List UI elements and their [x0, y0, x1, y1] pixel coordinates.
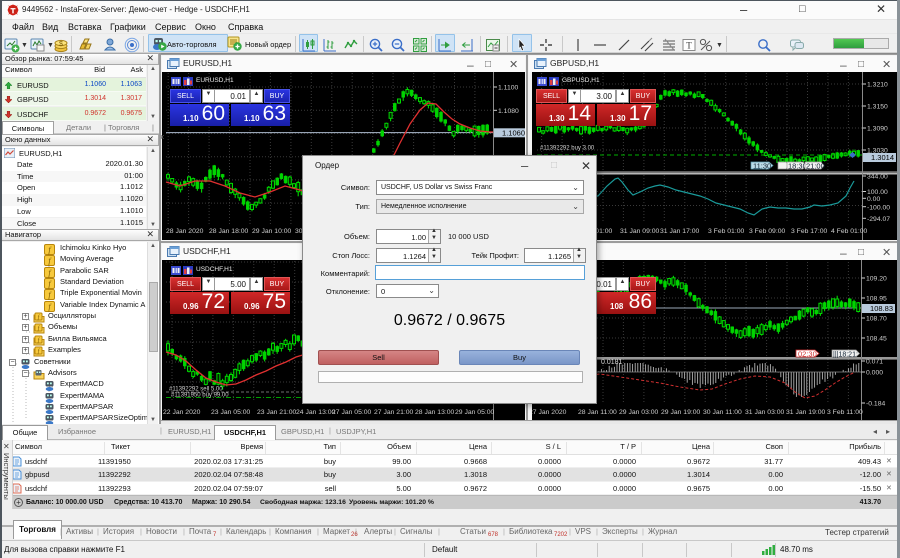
svg-text:24 Jan 13:00: 24 Jan 13:00 — [296, 409, 336, 416]
svg-text:29 Jan 10:00: 29 Jan 10:00 — [252, 228, 292, 235]
svg-text:30 Jan 11:00: 30 Jan 11:00 — [703, 409, 742, 416]
svg-text:108.95: 108.95 — [866, 296, 887, 303]
svg-text:|||18:21:: |||18:21: — [833, 352, 858, 359]
svg-text:28 Jan 11:00: 28 Jan 11:00 — [578, 409, 617, 416]
svg-text:28 Jan 18:00: 28 Jan 18:00 — [209, 228, 249, 235]
svg-text:31 Jan 17:00: 31 Jan 17:00 — [660, 228, 700, 235]
svg-text:-100.00: -100.00 — [867, 204, 890, 211]
svg-text:1.1080: 1.1080 — [498, 108, 519, 115]
svg-text:1.3014: 1.3014 — [871, 153, 894, 162]
svg-text:1.3090: 1.3090 — [867, 126, 888, 133]
svg-text:21:00: 21:00 — [806, 162, 825, 171]
svg-text:109.20: 109.20 — [866, 276, 887, 283]
svg-text:22 Jan 2020: 22 Jan 2020 — [163, 409, 201, 416]
svg-text:0.000: 0.000 — [866, 370, 883, 377]
svg-text:0.0181: 0.0181 — [601, 359, 623, 366]
svg-text:27 Jan 21:00: 27 Jan 21:00 — [374, 409, 414, 416]
svg-text:-294.07: -294.07 — [867, 216, 890, 223]
svg-text:$: $ — [59, 41, 63, 48]
svg-text:31 Jan 03:00: 31 Jan 03:00 — [745, 409, 785, 416]
svg-text:3 Feb 01:00: 3 Feb 01:00 — [708, 228, 744, 235]
svg-text:#11392292 buy 3.00: #11392292 buy 3.00 — [540, 146, 595, 152]
svg-text:344.00: 344.00 — [867, 174, 888, 181]
svg-text:3 Feb 11:00: 3 Feb 11:00 — [827, 409, 863, 416]
svg-text:27 Jan 2020: 27 Jan 2020 — [532, 409, 567, 416]
svg-text:28 Jan 13:00: 28 Jan 13:00 — [415, 409, 455, 416]
svg-text:29 Jan 05:00: 29 Jan 05:00 — [455, 409, 495, 416]
svg-text:11:30: 11:30 — [753, 162, 771, 171]
svg-text:108.70: 108.70 — [866, 316, 887, 323]
svg-text:3 Feb 17:00: 3 Feb 17:00 — [791, 228, 827, 235]
svg-text:28 Jan 2020: 28 Jan 2020 — [166, 228, 204, 235]
svg-text:29 Jan 19:00: 29 Jan 19:00 — [661, 409, 701, 416]
svg-text:T: T — [686, 41, 692, 51]
svg-text:31 Jan 19:00: 31 Jan 19:00 — [786, 409, 826, 416]
svg-text:1.3150: 1.3150 — [867, 104, 888, 111]
svg-text:4 Feb 01:00: 4 Feb 01:00 — [831, 228, 867, 235]
svg-text:108.83: 108.83 — [870, 304, 893, 313]
svg-text:0.071: 0.071 — [866, 359, 883, 366]
svg-text:1.3210: 1.3210 — [867, 82, 888, 89]
svg-text:#11391950 buy 99.00: #11391950 buy 99.00 — [171, 393, 229, 399]
svg-text:23 Jan 05:00: 23 Jan 05:00 — [211, 409, 251, 416]
svg-text:1.1100: 1.1100 — [498, 85, 519, 92]
svg-text:29 Jan 03:00: 29 Jan 03:00 — [619, 409, 659, 416]
svg-text:31 Jan 09:00: 31 Jan 09:00 — [620, 228, 660, 235]
svg-text:-0.184: -0.184 — [866, 401, 885, 408]
svg-text:0.00: 0.00 — [867, 196, 880, 203]
svg-text:3 Feb 09:00: 3 Feb 09:00 — [749, 228, 785, 235]
svg-text:18:30: 18:30 — [788, 162, 807, 171]
svg-text:1.1060: 1.1060 — [502, 129, 525, 138]
svg-text:108.45: 108.45 — [866, 336, 887, 343]
svg-text:23 Jan 21:00: 23 Jan 21:00 — [257, 409, 297, 416]
svg-text:27 Jan 05:00: 27 Jan 05:00 — [332, 409, 372, 416]
svg-text:02:30: 02:30 — [798, 350, 817, 359]
